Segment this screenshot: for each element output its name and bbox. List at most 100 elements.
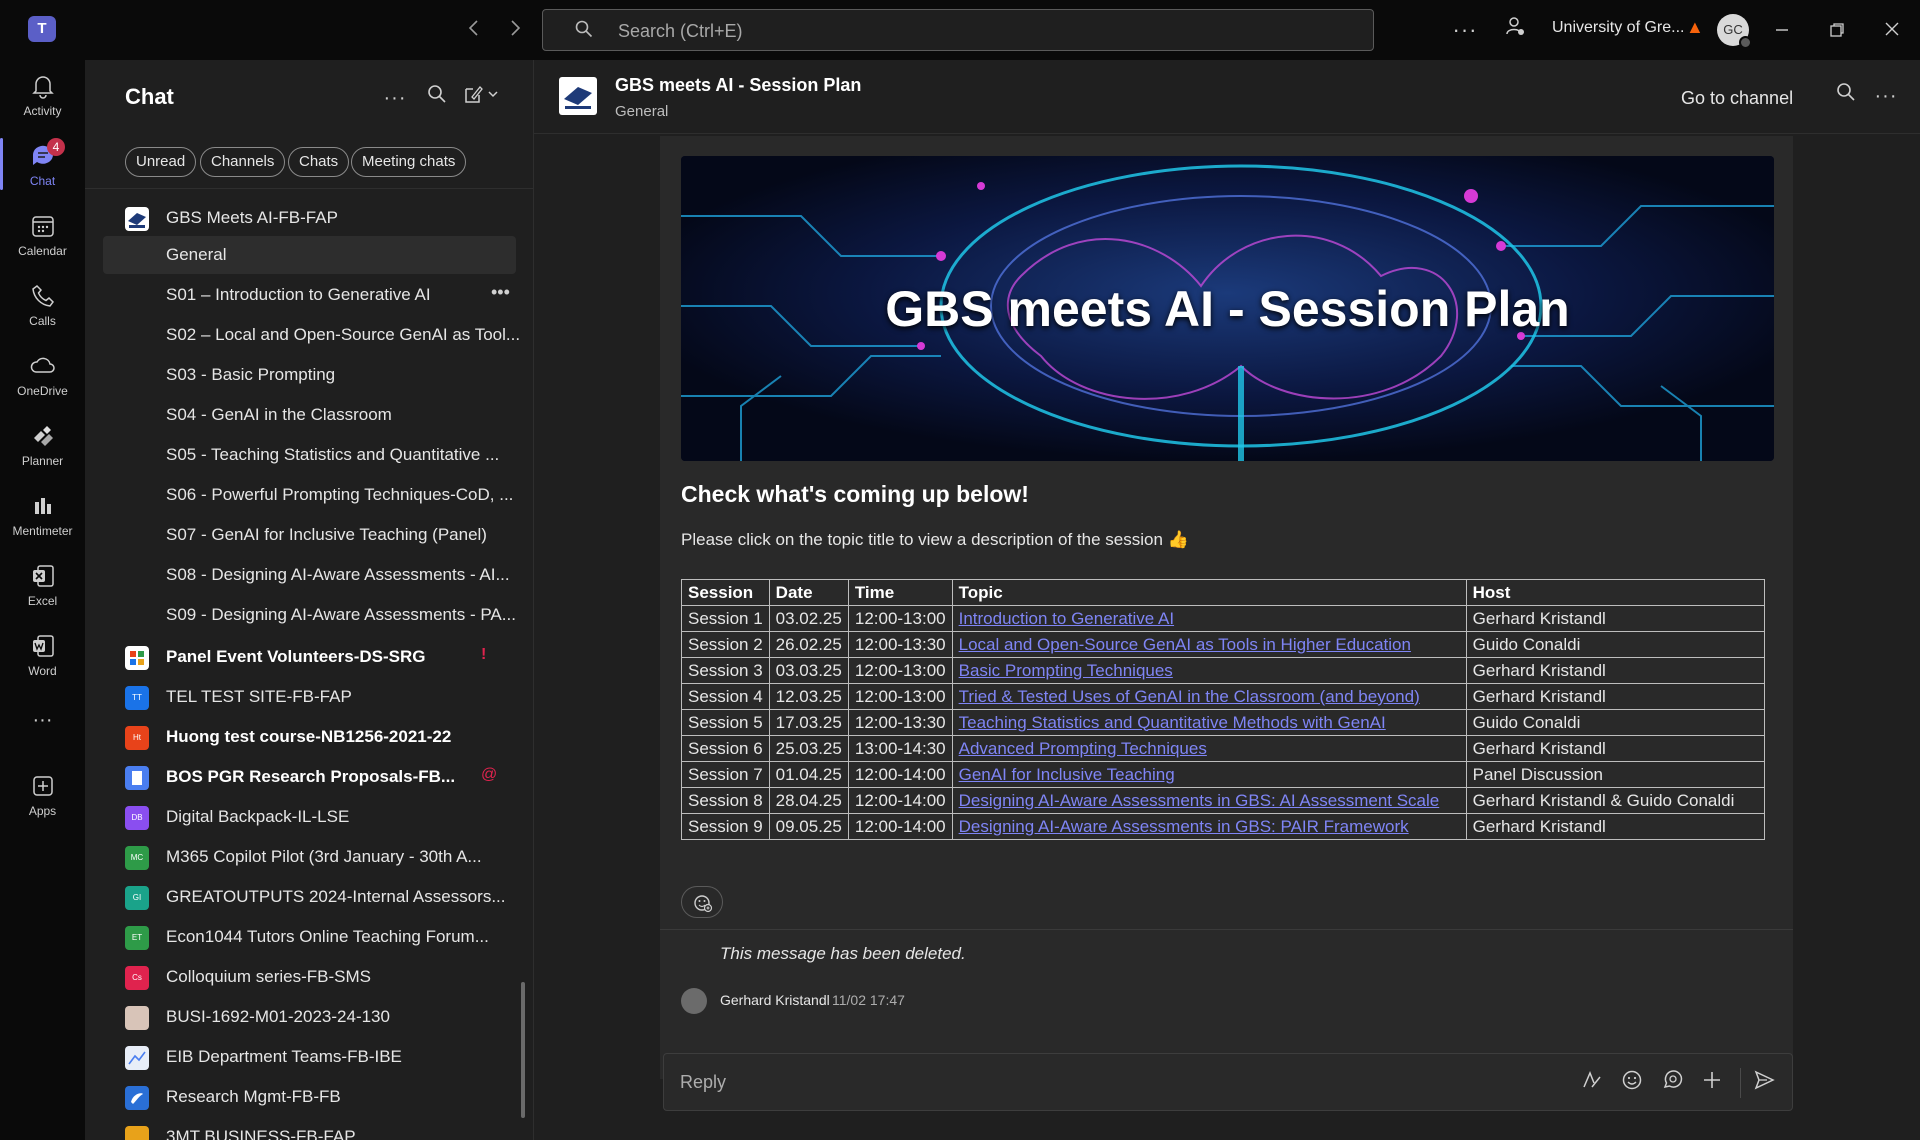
team-row[interactable]: Ht Huong test course-NB1256-2021-22 <box>103 718 516 756</box>
rail-item-calls[interactable]: Calls <box>0 274 85 338</box>
avatar[interactable] <box>681 988 707 1014</box>
org-name[interactable]: University of Gre... <box>1552 19 1684 37</box>
team-logo-icon <box>125 1086 149 1110</box>
search-icon[interactable] <box>1832 82 1860 110</box>
go-to-channel-button[interactable]: Go to channel <box>1681 88 1793 109</box>
table-row: Session 8 28.04.25 12:00-14:00 Designing… <box>681 787 1765 814</box>
send-icon[interactable] <box>1750 1069 1778 1097</box>
more-apps-icon[interactable]: ··· <box>0 700 85 740</box>
session-table: Session Date Time Topic Host Session 1 0… <box>681 579 1765 840</box>
channel-subtitle[interactable]: General <box>615 103 668 120</box>
rail-item-mentimeter[interactable]: Mentimeter <box>0 484 85 548</box>
topic-link[interactable]: Designing AI-Aware Assessments in GBS: P… <box>951 813 1467 840</box>
team-row[interactable]: GI GREATOUTPUTS 2024-Internal Assessors.… <box>103 878 516 916</box>
team-row[interactable]: MC M365 Copilot Pilot (3rd January - 30t… <box>103 838 516 876</box>
topic-link[interactable]: Designing AI-Aware Assessments in GBS: A… <box>951 787 1467 814</box>
more-icon[interactable]: ••• <box>491 282 510 303</box>
team-logo-icon: DB <box>125 806 149 830</box>
team-row[interactable]: ET Econ1044 Tutors Online Teaching Forum… <box>103 918 516 956</box>
filter-channels[interactable]: Channels <box>200 147 286 177</box>
date-cell: 28.04.25 <box>768 787 849 814</box>
emoji-icon[interactable] <box>1618 1069 1646 1097</box>
channel-item[interactable]: S06 - Powerful Prompting Techniques-CoD,… <box>103 476 516 514</box>
channel-logo-icon <box>559 77 597 115</box>
time-cell: 12:00-13:00 <box>847 605 953 632</box>
team-logo-icon <box>125 646 149 670</box>
more-icon[interactable]: ··· <box>1872 82 1900 110</box>
rail-item-apps[interactable]: Apps <box>0 764 85 828</box>
team-row[interactable]: EIB Department Teams-FB-IBE <box>103 1038 516 1076</box>
topic-link[interactable]: Tried & Tested Uses of GenAI in the Clas… <box>951 683 1467 710</box>
team-row[interactable]: DB Digital Backpack-IL-LSE <box>103 798 516 836</box>
topic-link[interactable]: Basic Prompting Techniques <box>951 657 1467 684</box>
team-name: BUSI-1692-M01-2023-24-130 <box>166 1007 390 1026</box>
minimize-icon[interactable] <box>1766 14 1798 46</box>
more-options-icon[interactable]: ··· <box>381 84 409 112</box>
new-chat-icon[interactable] <box>463 84 503 112</box>
team-row[interactable]: Panel Event Volunteers-DS-SRG ! <box>103 638 516 676</box>
team-row[interactable]: Research Mgmt-FB-FB <box>103 1078 516 1116</box>
time-cell: 12:00-13:30 <box>847 631 953 658</box>
search-input[interactable]: Search (Ctrl+E) <box>542 9 1374 51</box>
filter-meeting-chats[interactable]: Meeting chats <box>351 147 467 177</box>
rail-item-activity[interactable]: Activity <box>0 64 85 128</box>
team-row[interactable]: Cs Colloquium series-FB-SMS <box>103 958 516 996</box>
rail-item-excel[interactable]: Excel <box>0 554 85 618</box>
channel-item[interactable]: S09 - Designing AI-Aware Assessments - P… <box>103 596 516 634</box>
reply-author[interactable]: Gerhard Kristandl <box>720 992 830 1008</box>
team-row[interactable]: BOS PGR Research Proposals-FB... @ <box>103 758 516 796</box>
filter-unread[interactable]: Unread <box>125 147 197 177</box>
people-icon[interactable] <box>1499 14 1531 46</box>
team-row[interactable]: GBS Meets AI-FB-FAP <box>103 199 516 237</box>
restore-icon[interactable] <box>1821 14 1853 46</box>
channel-item[interactable]: General <box>103 236 516 274</box>
warning-icon[interactable]: ▲ <box>1686 17 1704 38</box>
rail-item-chat[interactable]: 4 Chat <box>0 134 85 198</box>
add-reaction-button[interactable] <box>681 886 723 918</box>
session-cell: Session 2 <box>681 631 770 658</box>
topic-link[interactable]: Local and Open-Source GenAI as Tools in … <box>951 631 1467 658</box>
team-logo-icon: MC <box>125 846 149 870</box>
filter-chats[interactable]: Chats <box>288 147 350 177</box>
format-icon[interactable] <box>1578 1069 1606 1097</box>
search-placeholder: Search (Ctrl+E) <box>618 21 743 41</box>
forward-icon[interactable] <box>499 14 531 46</box>
back-icon[interactable] <box>458 14 490 46</box>
channel-item[interactable]: S03 - Basic Prompting <box>103 356 516 394</box>
host-cell: Gerhard Kristandl <box>1465 605 1765 632</box>
channel-item[interactable]: S07 - GenAI for Inclusive Teaching (Pane… <box>103 516 516 554</box>
reply-box[interactable]: Reply <box>663 1053 1793 1111</box>
rail-item-calendar[interactable]: Calendar <box>0 204 85 268</box>
attach-icon[interactable] <box>1698 1069 1726 1097</box>
team-logo-icon: TT <box>125 686 149 710</box>
session-cell: Session 6 <box>681 735 770 762</box>
channel-item[interactable]: S04 - GenAI in the Classroom <box>103 396 516 434</box>
rail-item-onedrive[interactable]: OneDrive <box>0 344 85 408</box>
topic-link[interactable]: Advanced Prompting Techniques <box>951 735 1467 762</box>
topic-link[interactable]: Teaching Statistics and Quantitative Met… <box>951 709 1467 736</box>
table-row: Session 7 01.04.25 12:00-14:00 GenAI for… <box>681 761 1765 788</box>
channel-name: S09 - Designing AI-Aware Assessments - P… <box>166 605 516 624</box>
channel-item[interactable]: S01 – Introduction to Generative AI ••• <box>103 276 516 314</box>
team-row[interactable]: 3MT BUSINESS-FB-FAP <box>103 1118 516 1140</box>
scrollbar[interactable] <box>521 982 525 1118</box>
team-logo-icon <box>125 1046 149 1070</box>
topic-link[interactable]: Introduction to Generative AI <box>951 605 1467 632</box>
team-row[interactable]: BUSI-1692-M01-2023-24-130 <box>103 998 516 1036</box>
channel-item[interactable]: S08 - Designing AI-Aware Assessments - A… <box>103 556 516 594</box>
rail-item-planner[interactable]: Planner <box>0 414 85 478</box>
loop-icon[interactable] <box>1658 1069 1686 1097</box>
teams-logo-icon[interactable]: T <box>28 16 56 42</box>
channel-item[interactable]: S05 - Teaching Statistics and Quantitati… <box>103 436 516 474</box>
channel-item[interactable]: S02 – Local and Open-Source GenAI as Too… <box>103 316 520 354</box>
rail-label: Activity <box>23 104 62 118</box>
team-logo-icon: ET <box>125 926 149 950</box>
team-row[interactable]: TT TEL TEST SITE-FB-FAP <box>103 678 516 716</box>
more-icon[interactable]: ··· <box>1449 14 1481 46</box>
avatar[interactable]: GC <box>1717 14 1752 49</box>
close-icon[interactable] <box>1876 14 1908 46</box>
topic-link[interactable]: GenAI for Inclusive Teaching <box>951 761 1467 788</box>
rail-item-word[interactable]: Word <box>0 624 85 688</box>
search-icon[interactable] <box>423 84 451 112</box>
team-name: BOS PGR Research Proposals-FB... <box>166 767 456 786</box>
